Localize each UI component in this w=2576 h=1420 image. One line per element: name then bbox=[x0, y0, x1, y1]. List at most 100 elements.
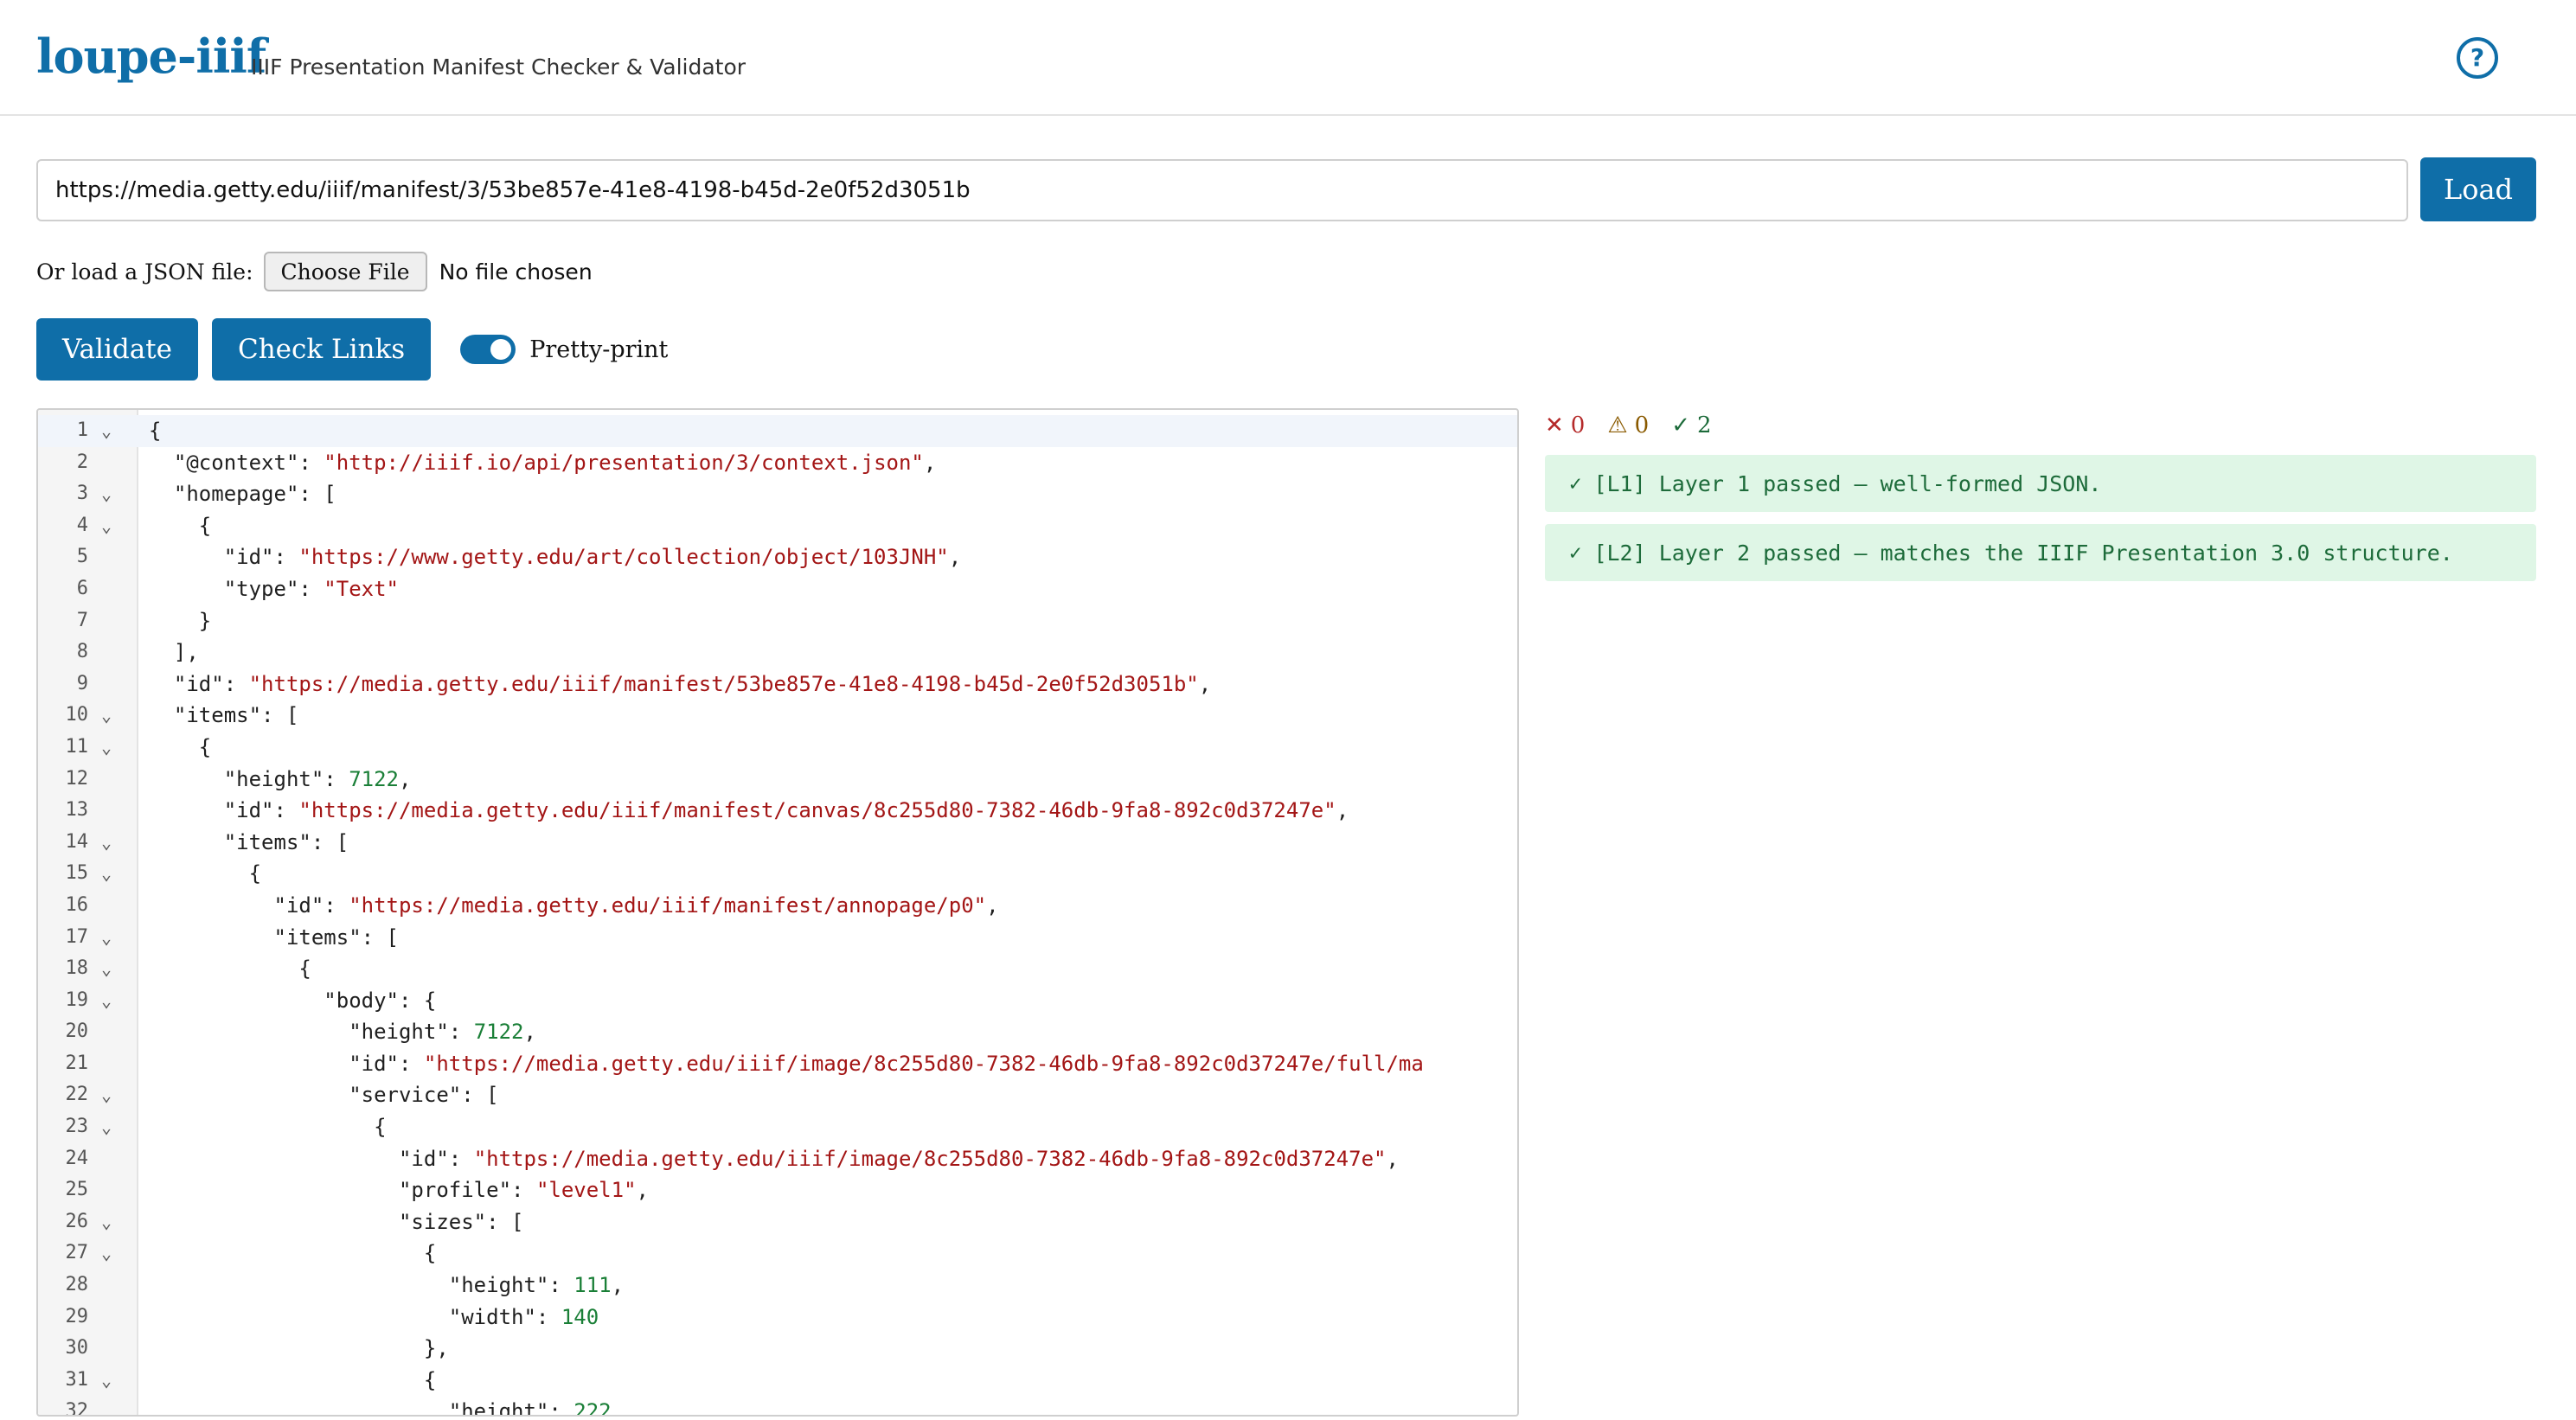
code-line[interactable]: 2 "@context": "http://iiif.io/api/presen… bbox=[38, 447, 1517, 479]
line-number: 21 bbox=[65, 1052, 89, 1074]
code-line[interactable]: 31 ⌄ { bbox=[38, 1365, 1517, 1397]
line-number: 12 bbox=[65, 767, 89, 790]
check-icon: ✓ bbox=[1671, 413, 1690, 438]
code-line[interactable]: 27 ⌄ { bbox=[38, 1238, 1517, 1270]
line-number: 2 bbox=[76, 451, 88, 473]
code-line[interactable]: 11 ⌄ { bbox=[38, 732, 1517, 764]
code-line[interactable]: 15 ⌄ { bbox=[38, 858, 1517, 890]
fold-chevron-icon[interactable]: ⌄ bbox=[93, 1079, 119, 1111]
punctuation-token: "items": [ bbox=[149, 829, 349, 854]
punctuation-token: "width": bbox=[149, 1304, 561, 1329]
code-line[interactable]: 20 "height": 7122, bbox=[38, 1016, 1517, 1048]
code-text: "height": 111, bbox=[149, 1270, 624, 1302]
code-line[interactable]: 29 "width": 140 bbox=[38, 1302, 1517, 1334]
code-line[interactable]: 25 "profile": "level1", bbox=[38, 1174, 1517, 1206]
code-line[interactable]: 32 "height": 222, bbox=[38, 1396, 1517, 1417]
fold-chevron-icon[interactable]: ⌄ bbox=[93, 858, 119, 890]
warning-count-value: 0 bbox=[1634, 413, 1650, 438]
pretty-print-toggle[interactable] bbox=[460, 335, 516, 364]
result-message-text: [L2] Layer 2 passed – matches the IIIF P… bbox=[1593, 540, 2453, 566]
line-number: 25 bbox=[65, 1179, 89, 1201]
file-status-text: No file chosen bbox=[439, 259, 593, 285]
line-number: 10 bbox=[65, 704, 89, 726]
fold-chevron-icon[interactable]: ⌄ bbox=[93, 510, 119, 542]
warning-count: ⚠ 0 bbox=[1607, 413, 1649, 438]
punctuation-token: "id": bbox=[149, 798, 299, 823]
code-line[interactable]: 24 "id": "https://media.getty.edu/iiif/i… bbox=[38, 1143, 1517, 1175]
fold-chevron-icon[interactable]: ⌄ bbox=[93, 985, 119, 1017]
string-token: "Text" bbox=[324, 576, 399, 601]
fold-chevron-icon[interactable]: ⌄ bbox=[93, 415, 119, 447]
choose-file-button[interactable]: Choose File bbox=[263, 252, 427, 291]
code-line[interactable]: 21 "id": "https://media.getty.edu/iiif/i… bbox=[38, 1048, 1517, 1080]
line-number: 8 bbox=[76, 641, 88, 663]
code-line[interactable]: 7 } bbox=[38, 605, 1517, 637]
code-line[interactable]: 22 ⌄ "service": [ bbox=[38, 1079, 1517, 1111]
punctuation-token: , bbox=[1336, 798, 1349, 823]
line-number: 16 bbox=[65, 893, 89, 916]
code-text: "type": "Text" bbox=[149, 573, 399, 605]
code-text: "id": "https://media.getty.edu/iiif/mani… bbox=[149, 795, 1349, 827]
check-links-button[interactable]: Check Links bbox=[211, 318, 432, 381]
code-line[interactable]: 13 "id": "https://media.getty.edu/iiif/m… bbox=[38, 795, 1517, 827]
json-editor[interactable]: 1 ⌄{2 "@context": "http://iiif.io/api/pre… bbox=[36, 408, 1519, 1417]
punctuation-token: , bbox=[523, 1020, 536, 1045]
load-button[interactable]: Load bbox=[2420, 157, 2536, 221]
validate-button[interactable]: Validate bbox=[36, 318, 198, 381]
fold-chevron-icon[interactable]: ⌄ bbox=[93, 478, 119, 510]
punctuation-token: , bbox=[1198, 671, 1212, 696]
number-token: 222 bbox=[574, 1399, 612, 1417]
code-line[interactable]: 10 ⌄ "items": [ bbox=[38, 700, 1517, 732]
app-logo[interactable]: loupe-iiif bbox=[36, 26, 266, 86]
code-text: { bbox=[149, 858, 261, 890]
code-line[interactable]: 14 ⌄ "items": [ bbox=[38, 827, 1517, 859]
line-number: 22 bbox=[65, 1084, 89, 1106]
punctuation-token: , bbox=[923, 450, 937, 475]
error-icon: ✕ bbox=[1545, 413, 1564, 438]
code-text: "body": { bbox=[149, 985, 436, 1017]
fold-chevron-icon[interactable]: ⌄ bbox=[93, 1111, 119, 1143]
code-text: "height": 222, bbox=[149, 1396, 624, 1417]
punctuation-token: , bbox=[1386, 1146, 1399, 1171]
code-text: { bbox=[149, 1365, 436, 1397]
punctuation-token: "id": bbox=[149, 892, 349, 918]
string-token: "https://media.getty.edu/iiif/manifest/c… bbox=[298, 798, 1336, 823]
code-line[interactable]: 6 "type": "Text" bbox=[38, 573, 1517, 605]
code-line[interactable]: 9 "id": "https://media.getty.edu/iiif/ma… bbox=[38, 668, 1517, 700]
toggle-knob bbox=[490, 339, 512, 360]
string-token: "https://www.getty.edu/art/collection/ob… bbox=[298, 545, 949, 570]
fold-chevron-icon[interactable]: ⌄ bbox=[93, 953, 119, 985]
fold-chevron-icon[interactable]: ⌄ bbox=[93, 827, 119, 859]
punctuation-token: { bbox=[149, 734, 212, 759]
punctuation-token: "height": bbox=[149, 1399, 574, 1417]
code-line[interactable]: 18 ⌄ { bbox=[38, 953, 1517, 985]
code-line[interactable]: 28 "height": 111, bbox=[38, 1270, 1517, 1302]
fold-chevron-icon[interactable]: ⌄ bbox=[93, 1365, 119, 1397]
fold-chevron-icon[interactable]: ⌄ bbox=[93, 700, 119, 732]
code-line[interactable]: 19 ⌄ "body": { bbox=[38, 985, 1517, 1017]
fold-chevron-icon[interactable]: ⌄ bbox=[93, 922, 119, 954]
fold-chevron-icon[interactable]: ⌄ bbox=[93, 732, 119, 764]
code-line[interactable]: 30 }, bbox=[38, 1333, 1517, 1365]
code-text: "height": 7122, bbox=[149, 1016, 536, 1048]
code-line[interactable]: 3 ⌄ "homepage": [ bbox=[38, 478, 1517, 510]
code-line[interactable]: 12 "height": 7122, bbox=[38, 764, 1517, 796]
punctuation-token: , bbox=[986, 892, 999, 918]
code-line[interactable]: 4 ⌄ { bbox=[38, 510, 1517, 542]
line-number: 9 bbox=[76, 672, 88, 694]
code-line[interactable]: 5 "id": "https://www.getty.edu/art/colle… bbox=[38, 541, 1517, 573]
code-line[interactable]: 23 ⌄ { bbox=[38, 1111, 1517, 1143]
code-line[interactable]: 1 ⌄ { bbox=[38, 415, 1517, 447]
help-icon[interactable]: ? bbox=[2457, 37, 2498, 79]
punctuation-token: "height": bbox=[149, 1273, 574, 1298]
fold-chevron-icon[interactable]: ⌄ bbox=[93, 1238, 119, 1270]
code-line[interactable]: 17 ⌄ "items": [ bbox=[38, 922, 1517, 954]
code-text: { bbox=[149, 1111, 386, 1143]
code-line[interactable]: 26 ⌄ "sizes": [ bbox=[38, 1206, 1517, 1238]
manifest-url-input[interactable] bbox=[36, 159, 2408, 221]
code-line[interactable]: 16 "id": "https://media.getty.edu/iiif/m… bbox=[38, 890, 1517, 922]
fold-chevron-icon[interactable]: ⌄ bbox=[93, 1206, 119, 1238]
code-line[interactable]: 8 ], bbox=[38, 636, 1517, 668]
punctuation-token: "height": bbox=[149, 766, 349, 791]
app-header: loupe-iiif IIIF Presentation Manifest Ch… bbox=[0, 0, 2576, 116]
